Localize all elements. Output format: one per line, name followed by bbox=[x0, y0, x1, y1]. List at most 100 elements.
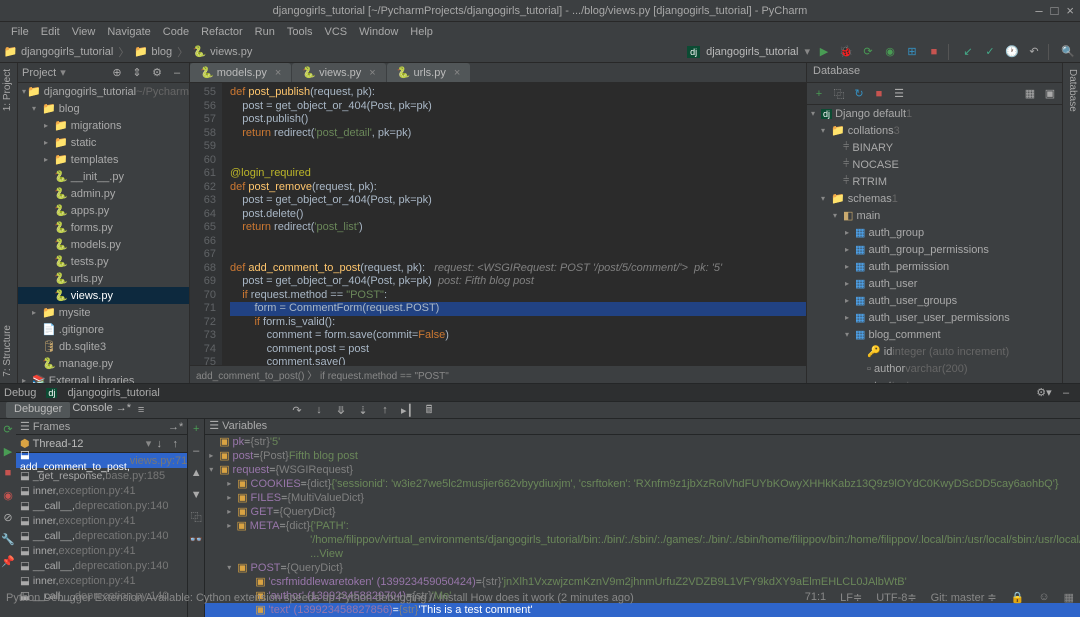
db-tree-item[interactable]: ▫ author varchar(200) bbox=[807, 360, 1062, 377]
add-datasource-icon[interactable]: + bbox=[811, 86, 827, 102]
close-tab-icon[interactable]: × bbox=[275, 67, 281, 79]
project-tree-item[interactable]: ▾📁 djangogirls_tutorial ~/Pycharm bbox=[18, 83, 189, 100]
status-memory-icon[interactable]: ▦ bbox=[1064, 591, 1074, 604]
db-tree-item[interactable]: ▸▦ auth_group_permissions bbox=[807, 241, 1062, 258]
debug-tab-label[interactable]: Debug bbox=[4, 387, 36, 399]
stack-frame[interactable]: ⬓ inner, exception.py:41 bbox=[16, 573, 187, 588]
code-line[interactable]: def add_comment_to_post(request, pk): re… bbox=[230, 262, 806, 276]
db-tree-item[interactable]: ▾▦ blog_comment bbox=[807, 326, 1062, 343]
code-line[interactable]: def post_publish(request, pk): bbox=[230, 86, 806, 100]
db-tree-item[interactable]: 🔑 id integer (auto increment) bbox=[807, 343, 1062, 360]
console-icon[interactable]: ▣ bbox=[1042, 86, 1058, 102]
show-watches-icon[interactable]: 👓 bbox=[188, 531, 204, 547]
code-line[interactable]: return redirect('post_detail', pk=pk) bbox=[230, 127, 806, 141]
commit-icon[interactable]: ✓ bbox=[982, 44, 998, 60]
menu-vcs[interactable]: VCS bbox=[320, 26, 353, 38]
code-line[interactable] bbox=[230, 235, 806, 249]
run-to-cursor-icon[interactable]: ▸┃ bbox=[399, 402, 415, 418]
dropdown-icon[interactable]: ▾ bbox=[804, 45, 810, 58]
code-line[interactable] bbox=[230, 248, 806, 262]
debug-hide-icon[interactable]: – bbox=[1058, 385, 1074, 401]
variable-row[interactable]: ▸▣ FILES = {MultiValueDict} bbox=[205, 491, 1080, 505]
project-tree-item[interactable]: 🐍 __init__.py bbox=[18, 168, 189, 185]
add-watch-icon[interactable]: + bbox=[188, 421, 204, 437]
code-line[interactable]: form = CommentForm(request.POST) bbox=[230, 302, 806, 316]
db-tree-item[interactable]: ▾dj Django default 1 bbox=[807, 105, 1062, 122]
stack-frame[interactable]: ⬓ __call__, deprecation.py:140 bbox=[16, 498, 187, 513]
variable-row[interactable]: ▾▣ POST = {QueryDict} bbox=[205, 561, 1080, 575]
step-over-icon[interactable]: ↷ bbox=[289, 402, 305, 418]
stop-debug-icon[interactable]: ■ bbox=[0, 465, 16, 481]
stack-frame[interactable]: ⬓ inner, exception.py:41 bbox=[16, 483, 187, 498]
project-tree-item[interactable]: ▸📁 mysite bbox=[18, 304, 189, 321]
scroll-from-source-icon[interactable]: ⊕ bbox=[109, 65, 125, 81]
resume-icon[interactable]: ▶ bbox=[0, 443, 16, 459]
project-tree-item[interactable]: ▾📁 blog bbox=[18, 100, 189, 117]
code-line[interactable]: if request.method == "POST": bbox=[230, 289, 806, 303]
db-tree-item[interactable]: ▸▦ auth_user_groups bbox=[807, 292, 1062, 309]
run-profile-button[interactable]: ◉ bbox=[882, 44, 898, 60]
project-tree-item[interactable]: 📄 .gitignore bbox=[18, 321, 189, 338]
variable-row[interactable]: ▸▣ META = {dict} {'PATH': '/home/filippo… bbox=[205, 519, 1080, 561]
menu-file[interactable]: File bbox=[6, 26, 34, 38]
pin-icon[interactable]: 📌 bbox=[0, 553, 16, 569]
project-tree-item[interactable]: ▸📁 migrations bbox=[18, 117, 189, 134]
menu-help[interactable]: Help bbox=[405, 26, 438, 38]
debugger-subtab[interactable]: Debugger bbox=[6, 402, 70, 418]
db-tree-item[interactable]: ▾📁 schemas 1 bbox=[807, 190, 1062, 207]
project-tree-item[interactable]: 🐍 models.py bbox=[18, 236, 189, 253]
db-tree-item[interactable]: ⫩ NOCASE bbox=[807, 156, 1062, 173]
watch-down-icon[interactable]: ▼ bbox=[188, 487, 204, 503]
stack-frame[interactable]: ⬓ inner, exception.py:41 bbox=[16, 513, 187, 528]
revert-icon[interactable]: ↶ bbox=[1026, 44, 1042, 60]
project-tree-item[interactable]: 🐍 apps.py bbox=[18, 202, 189, 219]
project-tree-item[interactable]: ▸📁 templates bbox=[18, 151, 189, 168]
db-tree-item[interactable]: ▸▦ auth_permission bbox=[807, 258, 1062, 275]
caret-position[interactable]: 71:1 bbox=[805, 591, 826, 604]
variable-row[interactable]: ▸▣ post = {Post} Fifth blog post bbox=[205, 449, 1080, 463]
breadcrumb-folder[interactable]: blog bbox=[151, 46, 172, 58]
step-out-icon[interactable]: ↑ bbox=[377, 402, 393, 418]
project-tree-item[interactable]: 🐍 forms.py bbox=[18, 219, 189, 236]
status-lock-icon[interactable]: 🔒 bbox=[1011, 591, 1025, 604]
project-tree-item[interactable]: 🐍 tests.py bbox=[18, 253, 189, 270]
status-hector-icon[interactable]: ☺ bbox=[1038, 591, 1049, 604]
editor-tab[interactable]: 🐍 views.py× bbox=[292, 63, 385, 82]
code-line[interactable]: post.publish() bbox=[230, 113, 806, 127]
stack-frame[interactable]: ⬓ _get_response, base.py:185 bbox=[16, 468, 187, 483]
stack-frame[interactable]: ⬓ add_comment_to_post, views.py:71 bbox=[16, 453, 187, 468]
history-icon[interactable]: 🕐 bbox=[1004, 44, 1020, 60]
code-line[interactable] bbox=[230, 154, 806, 168]
code-line[interactable]: def post_remove(request, pk): bbox=[230, 181, 806, 195]
variable-row[interactable]: ▸▣ COOKIES = {dict} {'sessionid': 'w3ie2… bbox=[205, 477, 1080, 491]
close-button[interactable]: × bbox=[1066, 3, 1074, 18]
editor-breadcrumb[interactable]: add_comment_to_post() 〉 if request.metho… bbox=[190, 365, 806, 383]
project-tree-item[interactable]: ▸📁 static bbox=[18, 134, 189, 151]
debug-settings-icon[interactable]: ⚙▾ bbox=[1036, 385, 1052, 401]
rerun-icon[interactable]: ⟳ bbox=[0, 421, 16, 437]
project-tree-item[interactable]: 🐍 views.py bbox=[18, 287, 189, 304]
project-tree-item[interactable]: 🛢 db.sqlite3 bbox=[18, 338, 189, 355]
run-coverage-button[interactable]: ⟳ bbox=[860, 44, 876, 60]
structure-toolwindow-tab[interactable]: 7: Structure bbox=[0, 319, 17, 383]
threads-icon[interactable]: ≡ bbox=[133, 402, 149, 418]
settings-icon[interactable]: ⚙ bbox=[149, 65, 165, 81]
code-line[interactable]: comment.post = post bbox=[230, 343, 806, 357]
search-everywhere-icon[interactable]: 🔍 bbox=[1060, 44, 1076, 60]
breadcrumb-file[interactable]: views.py bbox=[210, 46, 252, 58]
evaluate-icon[interactable]: 🖩 bbox=[421, 402, 437, 418]
stop-button[interactable]: ■ bbox=[926, 44, 942, 60]
step-into-my-icon[interactable]: ⤋ bbox=[333, 402, 349, 418]
code-line[interactable]: post = get_object_or_404(Post, pk=pk) po… bbox=[230, 275, 806, 289]
console-subtab[interactable]: Console →* bbox=[72, 402, 131, 418]
line-separator[interactable]: LF≑ bbox=[840, 591, 862, 604]
attach-button[interactable]: ⊞ bbox=[904, 44, 920, 60]
code-line[interactable]: @login_required bbox=[230, 167, 806, 181]
close-tab-icon[interactable]: × bbox=[454, 67, 460, 79]
hide-icon[interactable]: – bbox=[169, 65, 185, 81]
db-tree-item[interactable]: ⫩ BINARY bbox=[807, 139, 1062, 156]
breadcrumb-root[interactable]: djangogirls_tutorial bbox=[21, 46, 113, 58]
stack-frame[interactable]: ⬓ __call__, deprecation.py:140 bbox=[16, 528, 187, 543]
minimize-button[interactable]: – bbox=[1035, 3, 1042, 18]
menu-run[interactable]: Run bbox=[250, 26, 280, 38]
